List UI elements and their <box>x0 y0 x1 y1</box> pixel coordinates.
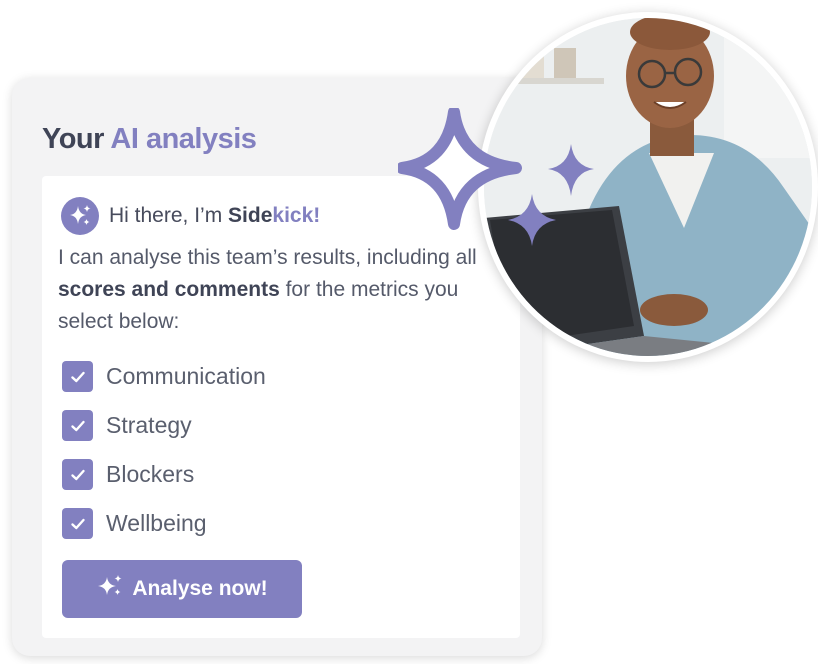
sidekick-name-part2: kick! <box>272 204 321 227</box>
analyse-now-button[interactable]: Analyse now! <box>62 560 302 618</box>
metric-option-communication[interactable]: Communication <box>62 352 266 401</box>
metric-checklist: Communication Strategy Blockers Wellbein… <box>62 352 266 548</box>
checkbox-checked-icon[interactable] <box>62 361 93 392</box>
checkbox-checked-icon[interactable] <box>62 410 93 441</box>
small-sparkle-icon <box>508 194 556 246</box>
metric-label: Blockers <box>106 461 195 487</box>
greeting: Hi there, I’m Sidekick! <box>61 197 320 235</box>
analyse-now-label: Analyse now! <box>132 577 268 600</box>
decorative-sparkles <box>396 106 598 263</box>
metric-label: Wellbeing <box>106 510 207 536</box>
medium-sparkle-icon <box>548 144 594 196</box>
greeting-text: Hi there, I’m Sidekick! <box>109 204 320 228</box>
sidekick-name-part1: Side <box>228 204 273 227</box>
checkbox-checked-icon[interactable] <box>62 508 93 539</box>
sidekick-avatar-icon <box>61 197 99 235</box>
description-bold: scores and comments <box>58 278 280 301</box>
metric-option-strategy[interactable]: Strategy <box>62 401 266 450</box>
title-lead: Your <box>42 123 104 155</box>
card-title: Your AI analysis <box>42 122 257 156</box>
checkbox-checked-icon[interactable] <box>62 459 93 490</box>
metric-option-wellbeing[interactable]: Wellbeing <box>62 499 266 548</box>
metric-option-blockers[interactable]: Blockers <box>62 450 266 499</box>
title-accent: AI analysis <box>110 123 257 155</box>
metric-label: Communication <box>106 363 266 389</box>
greeting-prefix: Hi there, I’m <box>109 204 229 227</box>
sparkle-icon <box>96 573 124 605</box>
large-sparkle-icon <box>396 106 522 230</box>
metric-label: Strategy <box>106 412 192 438</box>
